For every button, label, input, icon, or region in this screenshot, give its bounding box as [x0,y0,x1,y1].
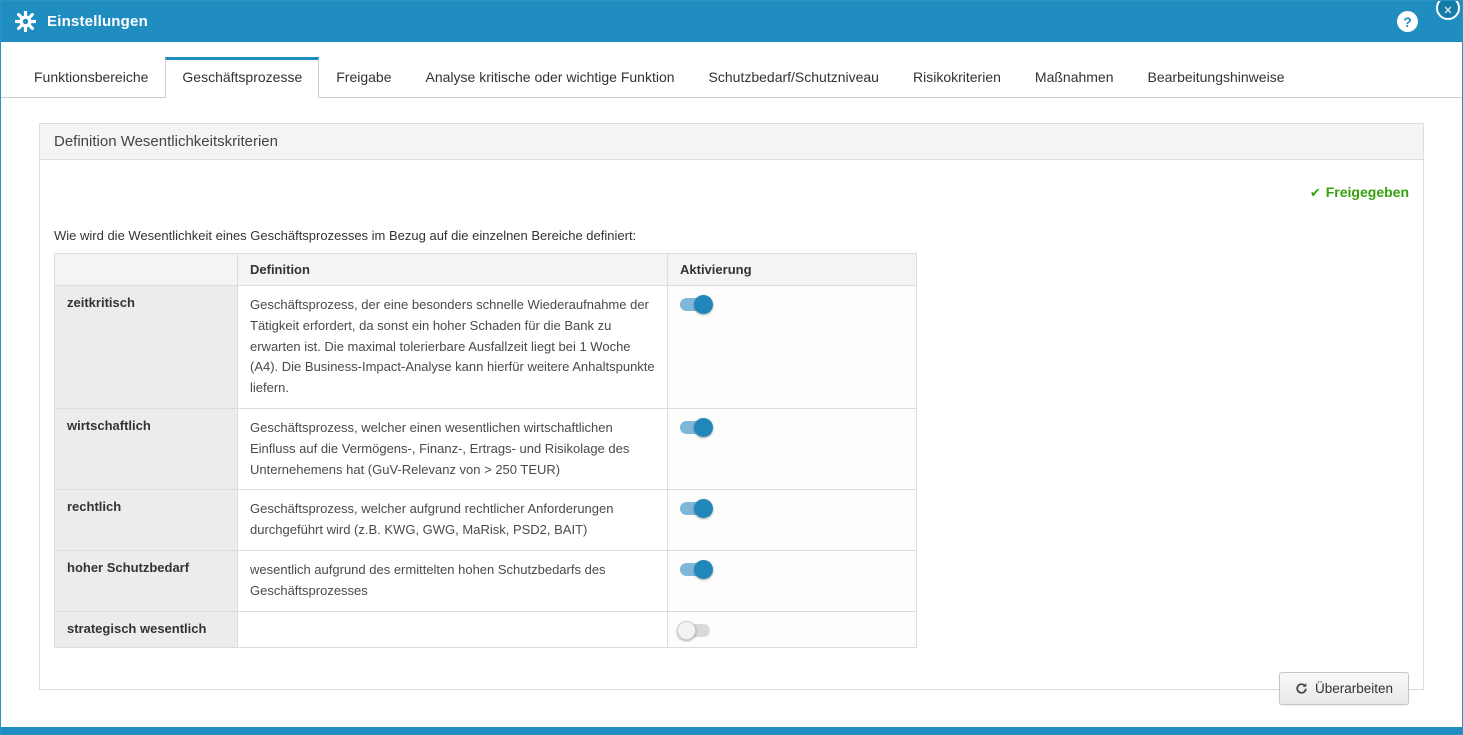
tab-schutzbedarf-schutzniveau[interactable]: Schutzbedarf/Schutzniveau [692,58,896,97]
criterion-label: rechtlich [55,490,238,551]
tab-analyse-kritische-oder-wichtige-funktion[interactable]: Analyse kritische oder wichtige Funktion [409,58,692,97]
criterion-activation-cell [668,286,917,409]
criterion-activation-cell [668,490,917,551]
column-header-aktivierung: Aktivierung [668,254,917,286]
criteria-table: Definition Aktivierung zeitkritischGesch… [54,253,917,648]
toggle-knob [677,621,696,640]
rework-button-label: Überarbeiten [1315,681,1393,696]
criterion-definition: Geschäftsprozess, welcher einen wesentli… [238,408,668,489]
activation-toggle[interactable] [680,563,710,576]
criterion-activation-cell [668,611,917,647]
tab-bar: FunktionsbereicheGeschäftsprozesseFreiga… [1,42,1462,98]
column-header-empty [55,254,238,286]
status-row: ✔ Freigegeben [54,184,1409,202]
bottom-accent-bar [1,727,1462,734]
title-bar: Einstellungen ? ✕ [1,1,1462,42]
criterion-label: wirtschaftlich [55,408,238,489]
criterion-definition: wesentlich aufgrund des ermittelten hohe… [238,550,668,611]
toggle-knob [694,499,713,518]
actions-row: Überarbeiten [54,672,1409,705]
criterion-definition: Geschäftsprozess, der eine besonders sch… [238,286,668,409]
table-header-row: Definition Aktivierung [55,254,917,286]
status-badge: ✔ Freigegeben [1310,184,1409,200]
tab-risikokriterien[interactable]: Risikokriterien [896,58,1018,97]
settings-window: Einstellungen ? ✕ FunktionsbereicheGesch… [0,0,1463,735]
criterion-row: zeitkritischGeschäftsprozess, der eine b… [55,286,917,409]
tab-maßnahmen[interactable]: Maßnahmen [1018,58,1131,97]
criterion-label: strategisch wesentlich [55,611,238,647]
main-content: Definition Wesentlichkeitskriterien ✔ Fre… [1,98,1462,690]
toggle-knob [694,560,713,579]
close-button[interactable]: ✕ [1436,0,1460,20]
toggle-knob [694,418,713,437]
activation-toggle[interactable] [680,624,710,637]
criteria-table-body: zeitkritischGeschäftsprozess, der eine b… [55,286,917,648]
definition-panel: Definition Wesentlichkeitskriterien ✔ Fre… [39,123,1424,690]
window-title: Einstellungen [47,13,148,30]
tab-geschäftsprozesse[interactable]: Geschäftsprozesse [165,57,319,98]
activation-toggle[interactable] [680,421,710,434]
rework-button[interactable]: Überarbeiten [1279,672,1409,705]
panel-body: ✔ Freigegeben Wie wird die Wesentlichkeit… [40,160,1423,735]
column-header-definition: Definition [238,254,668,286]
tab-bearbeitungshinweise[interactable]: Bearbeitungshinweise [1131,58,1302,97]
toggle-knob [694,295,713,314]
refresh-icon [1295,682,1308,695]
gear-icon [15,11,36,32]
tab-freigabe[interactable]: Freigabe [319,58,408,97]
criterion-row: hoher Schutzbedarfwesentlich aufgrund de… [55,550,917,611]
check-icon: ✔ [1310,185,1321,200]
help-button[interactable]: ? [1397,11,1418,32]
criterion-row: wirtschaftlichGeschäftsprozess, welcher … [55,408,917,489]
criterion-label: zeitkritisch [55,286,238,409]
criterion-activation-cell [668,408,917,489]
activation-toggle[interactable] [680,502,710,515]
criterion-label: hoher Schutzbedarf [55,550,238,611]
panel-title: Definition Wesentlichkeitskriterien [40,124,1423,160]
criterion-row: rechtlichGeschäftsprozess, welcher aufgr… [55,490,917,551]
status-label: Freigegeben [1326,184,1409,200]
criterion-row: strategisch wesentlich [55,611,917,647]
criterion-activation-cell [668,550,917,611]
intro-text: Wie wird die Wesentlichkeit eines Geschä… [54,228,1409,243]
activation-toggle[interactable] [680,298,710,311]
tab-funktionsbereiche[interactable]: Funktionsbereiche [17,58,165,97]
criterion-definition: Geschäftsprozess, welcher aufgrund recht… [238,490,668,551]
criterion-definition [238,611,668,647]
